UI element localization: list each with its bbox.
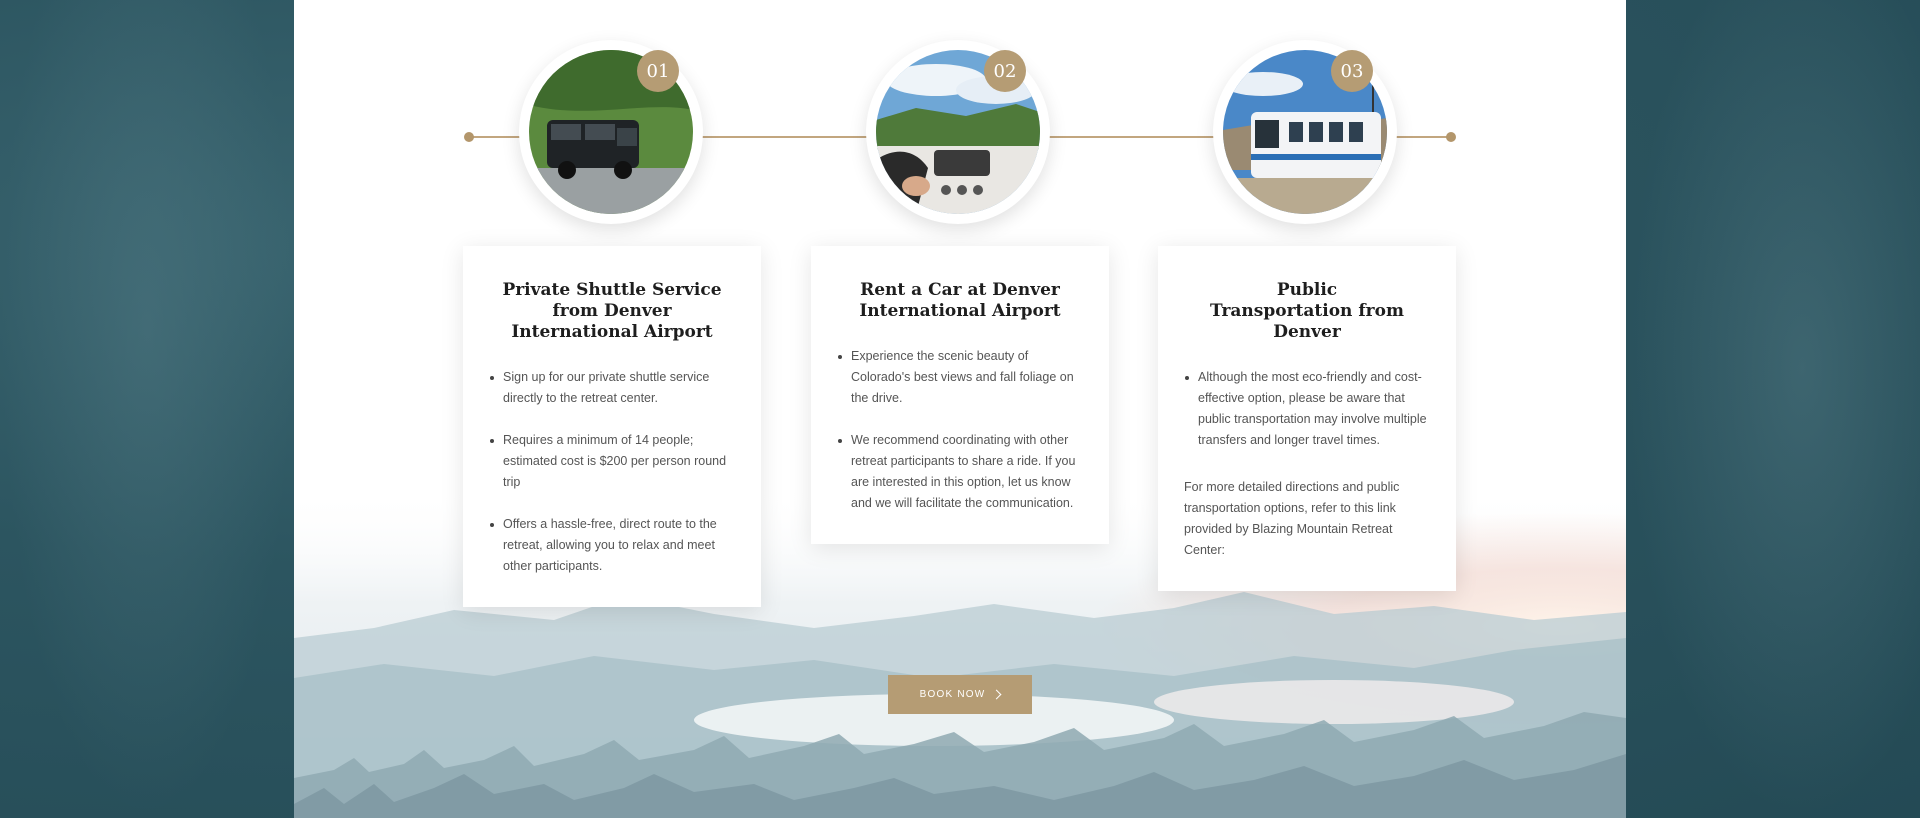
- public-transport-option-card: Public Transportation from Denver Althou…: [1158, 246, 1456, 591]
- timeline-end-dot: [1446, 132, 1456, 142]
- card-bullet-list: Although the most eco-friendly and cost-…: [1184, 367, 1430, 451]
- shuttle-option-card: Private Shuttle Service from Denver Inte…: [463, 246, 761, 607]
- list-item: Although the most eco-friendly and cost-…: [1184, 367, 1430, 451]
- step-3-image-circle: 03: [1213, 40, 1397, 224]
- card-title: Private Shuttle Service from Denver Inte…: [502, 280, 722, 342]
- card-title: Public Transportation from Denver: [1210, 280, 1404, 342]
- card-title: Rent a Car at Denver International Airpo…: [859, 280, 1061, 321]
- list-item: Experience the scenic beauty of Colorado…: [837, 346, 1083, 409]
- background-mist-left: [0, 0, 294, 818]
- card-bullet-list: Sign up for our private shuttle service …: [489, 367, 735, 577]
- list-item: Sign up for our private shuttle service …: [489, 367, 735, 409]
- step-2-image-circle: 02: [866, 40, 1050, 224]
- book-now-label: BOOK NOW: [919, 689, 986, 700]
- chevron-right-icon: [991, 689, 1002, 700]
- transportation-section: 01 02 03 Private Shuttle Service from De…: [294, 0, 1626, 818]
- step-1-number-badge: 01: [637, 50, 679, 92]
- rental-car-option-card: Rent a Car at Denver International Airpo…: [811, 246, 1109, 544]
- step-1-image-circle: 01: [519, 40, 703, 224]
- step-2-number-badge: 02: [984, 50, 1026, 92]
- list-item: Offers a hassle-free, direct route to th…: [489, 514, 735, 577]
- timeline-start-dot: [464, 132, 474, 142]
- list-item: Requires a minimum of 14 people; estimat…: [489, 430, 735, 493]
- book-now-button[interactable]: BOOK NOW: [888, 675, 1032, 714]
- step-3-number-badge: 03: [1331, 50, 1373, 92]
- card-bullet-list: Experience the scenic beauty of Colorado…: [837, 346, 1083, 514]
- directions-note: For more detailed directions and public …: [1184, 480, 1400, 557]
- list-item: We recommend coordinating with other ret…: [837, 430, 1083, 514]
- background-mist-right: [1626, 0, 1920, 818]
